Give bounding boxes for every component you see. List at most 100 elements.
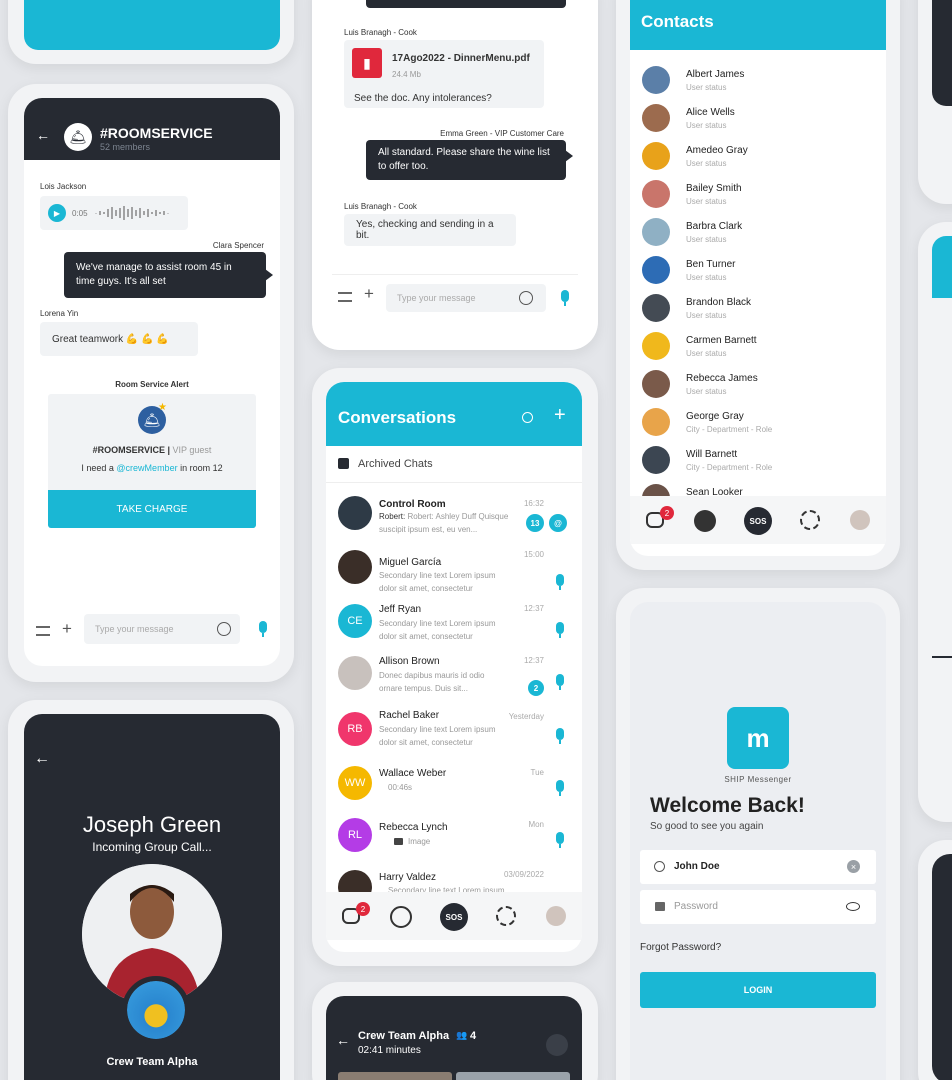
divider (332, 274, 578, 275)
settings-icon[interactable] (800, 510, 820, 530)
message-text: See the doc. Any intolerances? (354, 93, 492, 104)
voice-message[interactable]: ▶ 0:05 (40, 196, 188, 230)
username-field[interactable]: John Doe × (640, 850, 876, 884)
password-field[interactable]: Password (640, 890, 876, 924)
user-avatar[interactable] (850, 510, 870, 530)
contact-row[interactable]: Bailey Smith User status (630, 176, 886, 214)
welcome-subtitle: So good to see you again (650, 821, 764, 832)
take-charge-button[interactable]: TAKE CHARGE (48, 490, 256, 528)
microphone-icon[interactable] (556, 832, 564, 848)
microphone-icon[interactable] (556, 780, 564, 796)
member-count: 52 members (100, 142, 151, 152)
teal-panel (24, 0, 280, 50)
back-arrow-icon[interactable]: ← (34, 750, 50, 768)
conversation-row[interactable]: WW Wallace Weber 00:46s Tue (326, 762, 582, 806)
conversation-row[interactable]: Allison Brown Donec dapibus mauris id od… (326, 652, 582, 702)
right-card-3 (918, 840, 952, 1080)
bottom-nav: 2 SOS (326, 892, 582, 940)
microphone-icon[interactable] (259, 621, 267, 637)
contact-row[interactable]: Amedeo Gray User status (630, 138, 886, 176)
contact-name: Rebecca James (686, 373, 758, 384)
lock-icon (655, 902, 665, 911)
clear-icon[interactable]: × (847, 860, 860, 873)
profile-icon[interactable] (390, 906, 412, 928)
filter-icon[interactable] (338, 292, 352, 302)
contact-row[interactable]: Will Barnett City - Department - Role (630, 442, 886, 480)
microphone-icon[interactable] (556, 622, 564, 638)
voice-duration: 0:05 (72, 208, 88, 218)
call-status: Incoming Group Call... (92, 840, 212, 854)
microphone-icon[interactable] (556, 728, 564, 744)
avatar (642, 142, 670, 170)
contact-name: Sean Looker (686, 487, 743, 496)
back-arrow-icon[interactable]: ← (36, 127, 50, 143)
settings-icon[interactable] (546, 1034, 568, 1056)
plus-icon[interactable]: + (62, 619, 72, 639)
contact-status: User status (686, 311, 727, 320)
avatar: RB (338, 712, 372, 746)
contact-row[interactable]: Ben Turner User status (630, 252, 886, 290)
participant-count: 4 (470, 1030, 477, 1042)
conversation-row[interactable]: RB Rachel Baker Secondary line text Lore… (326, 708, 582, 758)
app-logo: m (727, 707, 789, 769)
add-icon[interactable]: + (554, 404, 566, 427)
plus-icon[interactable]: + (364, 284, 374, 304)
play-icon[interactable]: ▶ (48, 204, 66, 222)
contact-row[interactable]: Albert James User status (630, 62, 886, 100)
login-card: m SHIP Messenger Welcome Back! So good t… (616, 588, 900, 1080)
alert-text-line: I need a @crewMember in room 12 (81, 463, 223, 473)
eye-icon[interactable] (846, 902, 860, 911)
conversation-row[interactable]: CE Jeff Ryan Secondary line text Lorem i… (326, 600, 582, 650)
avatar: RL (338, 818, 372, 852)
microphone-icon[interactable] (561, 290, 569, 306)
avatar (642, 104, 670, 132)
contact-status: User status (686, 197, 727, 206)
login-button[interactable]: LOGIN (640, 972, 876, 1008)
chat2-card: Luis Branagh - Cook ▮ 17Ago2022 - Dinner… (312, 0, 598, 350)
message-bubble-incoming: Great teamwork 💪 💪 💪 (40, 322, 198, 356)
contact-row[interactable]: Alice Wells User status (630, 100, 886, 138)
microphone-icon[interactable] (556, 674, 564, 690)
contact-row[interactable]: Sean Looker (630, 480, 886, 496)
archived-chats-link[interactable]: Archived Chats (358, 458, 433, 470)
file-message[interactable]: ▮ 17Ago2022 - DinnerMenu.pdf 24.4 Mb See… (344, 40, 544, 108)
back-arrow-icon[interactable]: ← (336, 1032, 350, 1048)
archived-icon (338, 458, 349, 469)
conversation-row[interactable]: Miguel García Secondary line text Lorem … (326, 548, 582, 598)
contact-name: George Gray (686, 411, 744, 422)
user-icon (654, 861, 665, 872)
profile-icon[interactable] (694, 510, 716, 532)
sos-button[interactable]: SOS (744, 507, 772, 535)
emoji-icon[interactable] (519, 291, 533, 305)
header-title: Contacts (641, 12, 714, 31)
conversation-row-control-room[interactable]: Control Room Robert: Robert: Ashley Duff… (326, 492, 582, 542)
sos-button[interactable]: SOS (440, 903, 468, 931)
contact-status: User status (686, 235, 727, 244)
password-placeholder: Password (674, 901, 718, 912)
forgot-password-link[interactable]: Forgot Password? (640, 942, 721, 953)
pdf-icon: ▮ (352, 48, 382, 78)
search-icon[interactable] (522, 412, 533, 423)
avatar (642, 218, 670, 246)
contact-row[interactable]: Carmen Barnett User status (630, 328, 886, 366)
conversation-row[interactable]: RL Rebecca Lynch Image Mon (326, 816, 582, 860)
filter-icon[interactable] (36, 626, 50, 636)
emoji-icon[interactable] (217, 622, 231, 636)
avatar (642, 180, 670, 208)
user-avatar[interactable] (546, 906, 566, 926)
contact-status: User status (686, 387, 727, 396)
contact-row[interactable]: Brandon Black User status (630, 290, 886, 328)
contact-row[interactable]: Rebecca James User status (630, 366, 886, 404)
microphone-icon[interactable] (556, 574, 564, 590)
sender-name: Emma Green - VIP Customer Care (440, 129, 564, 138)
contact-name: Bailey Smith (686, 183, 742, 194)
contact-name: Albert James (686, 69, 745, 80)
contact-row[interactable]: George Gray City - Department - Role (630, 404, 886, 442)
contact-row[interactable]: Barbra Clark User status (630, 214, 886, 252)
group-name: Crew Team Alpha (106, 1056, 198, 1068)
video-tile (456, 1072, 570, 1080)
settings-icon[interactable] (496, 906, 516, 926)
contact-status: City - Department - Role (686, 425, 773, 434)
contact-name: Will Barnett (686, 449, 738, 460)
welcome-title: Welcome Back! (650, 794, 805, 817)
